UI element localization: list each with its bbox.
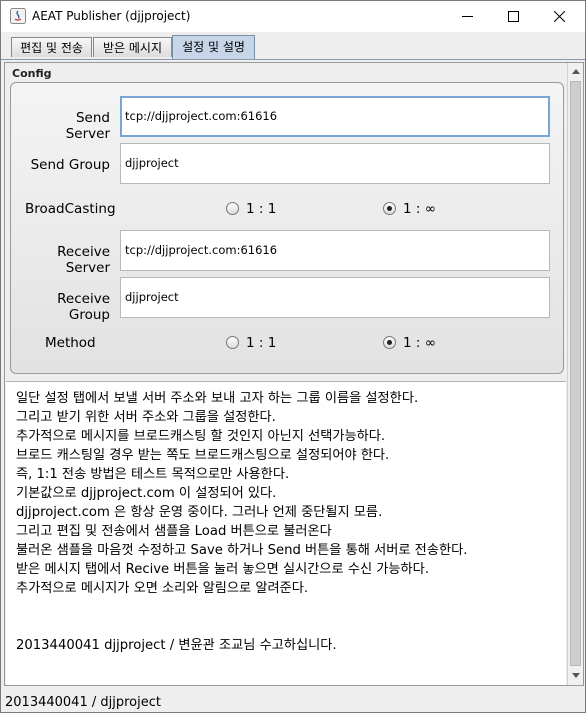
method-option-one-to-many: 1 : ∞ <box>403 335 436 351</box>
method-label: Method <box>45 335 96 351</box>
minimize-button[interactable] <box>445 1 491 32</box>
settings-content: Config Send Server tcp://djjproject.com:… <box>4 62 584 686</box>
minimize-icon <box>462 16 473 17</box>
description-line: 일단 설정 탭에서 보낼 서버 주소와 보내 고자 하는 그룹 이름을 설정한다… <box>16 391 419 406</box>
description-line: djjproject.com 은 항상 운영 중이다. 그러나 언제 중단될지 … <box>16 505 383 520</box>
maximize-icon <box>508 11 519 22</box>
description-line: 즉, 1:1 전송 방법은 테스트 목적으로만 사용한다. <box>16 467 290 482</box>
chevron-down-icon <box>572 673 580 678</box>
scroll-down-button[interactable] <box>568 667 583 684</box>
description-line: 추가적으로 메시지가 오면 소리와 알림으로 알려준다. <box>16 581 309 596</box>
send-server-label: Send Server <box>65 110 110 142</box>
tab-settings-help[interactable]: 설정 및 설명 <box>172 35 255 59</box>
maximize-button[interactable] <box>491 1 537 32</box>
window-title: AEAT Publisher (djjproject) <box>32 9 191 23</box>
send-group-label: Send Group <box>30 157 110 173</box>
description-line: 기본값으로 djjproject.com 이 설정되어 있다. <box>16 486 277 501</box>
tab-received-messages[interactable]: 받은 메시지 <box>93 37 172 57</box>
receive-server-input[interactable]: tcp://djjproject.com:61616 <box>120 230 550 271</box>
send-server-input[interactable]: tcp://djjproject.com:61616 <box>120 96 550 137</box>
close-button[interactable] <box>537 1 583 32</box>
scroll-up-button[interactable] <box>568 63 583 80</box>
receive-group-input[interactable]: djjproject <box>120 277 550 318</box>
status-bar-text: 2013440041 / djjproject <box>5 695 161 710</box>
broadcasting-radio-one-to-many[interactable] <box>383 202 396 215</box>
close-icon <box>554 11 565 22</box>
description-textarea[interactable]: 일단 설정 탭에서 보낼 서버 주소와 보내 고자 하는 그룹 이름을 설정한다… <box>6 381 566 685</box>
java-app-icon <box>10 8 26 24</box>
chevron-up-icon <box>572 69 580 74</box>
description-footer-line: 2013440041 djjproject / 변윤관 조교님 수고하십니다. <box>16 638 337 653</box>
description-line: 받은 메시지 탭에서 Recive 버튼을 눌러 놓으면 실시간으로 수신 가능… <box>16 562 430 577</box>
send-group-input[interactable]: djjproject <box>120 143 550 184</box>
description-line: 브로드 캐스팅일 경우 받는 쪽도 브로드캐스팅으로 설정되어야 한다. <box>16 448 390 463</box>
method-radio-one-to-many[interactable] <box>383 336 396 349</box>
description-line: 그리고 편집 및 전송에서 샘플을 Load 버튼으로 불러온다 <box>16 524 332 539</box>
description-line: 불러온 샘플을 마음껏 수정하고 Save 하거나 Send 버튼을 통해 서버… <box>16 543 468 558</box>
app-window: AEAT Publisher (djjproject) 편집 및 전송 받은 메… <box>0 0 586 713</box>
receive-group-label: Receive Group <box>57 291 110 323</box>
description-line: 추가적으로 메시지를 브로드캐스팅 할 것인지 아닌지 선택가능하다. <box>16 429 386 444</box>
broadcasting-option-one-to-one: 1 : 1 <box>246 201 277 217</box>
tab-edit-send[interactable]: 편집 및 전송 <box>11 37 92 57</box>
method-radio-one-to-one[interactable] <box>226 336 239 349</box>
title-bar: AEAT Publisher (djjproject) <box>1 1 585 32</box>
broadcasting-radio-one-to-one[interactable] <box>226 202 239 215</box>
tab-bar: 편집 및 전송 받은 메시지 설정 및 설명 <box>1 32 585 60</box>
config-panel: Send Server tcp://djjproject.com:61616 S… <box>10 82 564 374</box>
config-section-label: Config <box>12 67 52 80</box>
receive-server-label: Receive Server <box>57 244 110 276</box>
method-option-one-to-one: 1 : 1 <box>246 335 277 351</box>
vertical-scrollbar[interactable] <box>567 63 583 685</box>
broadcasting-label: BroadCasting <box>25 201 116 217</box>
broadcasting-option-one-to-many: 1 : ∞ <box>403 201 436 217</box>
description-line: 그리고 받기 위한 서버 주소와 그룹을 설정한다. <box>16 410 276 425</box>
scrollbar-thumb[interactable] <box>570 81 581 666</box>
